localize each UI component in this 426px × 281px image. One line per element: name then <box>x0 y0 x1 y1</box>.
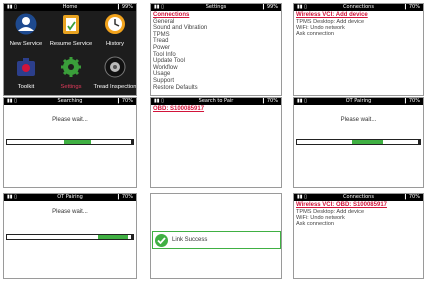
progress-cap <box>131 139 134 145</box>
status-bar: ▮▮ ▯ Connections ▎70% <box>294 4 423 11</box>
status-title: Connections <box>343 4 374 10</box>
menu-item-sound[interactable]: Sound and Vibration <box>153 25 279 32</box>
home-tile-history[interactable]: History <box>93 13 136 47</box>
home-tile-tread-inspection[interactable]: Tread Inspection <box>93 56 137 90</box>
menu-item-restore-defaults[interactable]: Restore Defaults <box>153 85 279 92</box>
status-bar: ▮▮ ▯ Settings ▎99% <box>151 4 281 11</box>
check-icon <box>155 234 168 247</box>
home-tile-new-service[interactable]: New Service <box>4 13 48 47</box>
progress-cap <box>418 139 421 145</box>
home-label: New Service <box>9 41 43 47</box>
device-list: OBD: S100085917 <box>153 106 279 113</box>
home-label: Resume Service <box>49 41 93 47</box>
battery-indicator: ▎70% <box>405 98 420 104</box>
home-screen: ▮▮ ▯ Home ▎99% New Service Resume Servic… <box>3 3 137 96</box>
progress-fill <box>97 235 128 239</box>
ot-pairing-screen-2: ▮▮ ▯ OT Pairing ▎70% Please wait... <box>3 193 137 279</box>
connection-ask[interactable]: Ask connection <box>296 221 421 227</box>
status-bar: ▮▮ ▯ OT Pairing ▎70% <box>294 98 423 105</box>
searching-screen: ▮▮ ▯ Searching ▎70% Please wait... <box>3 97 137 188</box>
menu-item-tool-info[interactable]: Tool Info <box>153 52 279 59</box>
home-tile-toolkit[interactable]: Toolkit <box>4 56 48 90</box>
progress-fill <box>63 140 92 144</box>
connection-ask[interactable]: Ask connection <box>296 31 421 37</box>
battery-indicator: ▎70% <box>118 194 133 200</box>
status-bar: ▮▮ ▯ Search to Pair ▎70% <box>151 98 281 105</box>
home-tile-settings[interactable]: Settings <box>49 56 93 90</box>
home-label: History <box>105 41 125 47</box>
clipboard-icon <box>63 15 79 34</box>
connection-wireless-vci[interactable]: Wireless VCI: OBD: S100085917 <box>296 202 421 209</box>
menu-item-usage[interactable]: Usage <box>153 71 279 78</box>
status-title: OT Pairing <box>57 194 83 200</box>
status-title: Searching <box>57 98 83 104</box>
success-text: Link Success <box>172 237 208 243</box>
menu-item-workflow[interactable]: Workflow <box>153 65 279 72</box>
search-pair-screen: ▮▮ ▯ Search to Pair ▎70% OBD: S100085917 <box>150 97 282 188</box>
menu-item-support[interactable]: Support <box>153 78 279 85</box>
home-label-selected: Settings <box>60 84 82 90</box>
status-title: Search to Pair <box>198 98 234 104</box>
home-tile-resume-service[interactable]: Resume Service <box>49 13 93 47</box>
menu-item-power[interactable]: Power <box>153 45 279 52</box>
wait-message: Please wait... <box>52 209 88 215</box>
wait-message: Please wait... <box>52 117 88 123</box>
battery-indicator: ▎70% <box>405 4 420 10</box>
tire-icon <box>104 56 126 78</box>
person-icon <box>15 13 37 35</box>
ot-pairing-screen: ▮▮ ▯ OT Pairing ▎70% Please wait... <box>293 97 424 188</box>
settings-screen: ▮▮ ▯ Settings ▎99% Connections General S… <box>150 3 282 96</box>
menu-item-tpms[interactable]: TPMS <box>153 32 279 39</box>
connections-list: Wireless VCI: OBD: S100085917 TPMS Deskt… <box>296 202 421 227</box>
menu-item-update-tool[interactable]: Update Tool <box>153 58 279 65</box>
success-toast: Link Success <box>152 231 281 249</box>
wait-message: Please wait... <box>340 117 377 123</box>
menu-item-general[interactable]: General <box>153 19 279 26</box>
gear-icon <box>61 57 81 77</box>
battery-indicator: ▎99% <box>263 4 278 10</box>
connections-list: Wireless VCI: Add device TPMS Desktop: A… <box>296 12 421 37</box>
battery-indicator: ▎99% <box>118 4 133 10</box>
connection-wireless-vci[interactable]: Wireless VCI: Add device <box>296 12 421 19</box>
battery-indicator: ▎70% <box>405 194 420 200</box>
status-title: Connections <box>343 194 374 200</box>
clock-icon <box>105 14 125 34</box>
status-bar: ▮▮ ▯ Searching ▎70% <box>4 98 136 105</box>
battery-indicator: ▎70% <box>263 98 278 104</box>
settings-menu: Connections General Sound and Vibration … <box>153 12 279 91</box>
menu-item-connections[interactable]: Connections <box>153 12 279 19</box>
progress-bar <box>6 234 134 240</box>
toolbox-icon <box>17 58 35 76</box>
progress-fill <box>352 140 384 144</box>
status-title: Settings <box>205 4 227 10</box>
status-title: Home <box>62 4 78 10</box>
status-title: OT Pairing <box>345 98 372 104</box>
status-bar: ▮▮ ▯ OT Pairing ▎70% <box>4 194 136 201</box>
home-label: Tread Inspection <box>93 84 137 90</box>
progress-bar <box>296 139 421 145</box>
progress-cap <box>131 234 134 240</box>
device-obd[interactable]: OBD: S100085917 <box>153 106 279 113</box>
menu-item-tread[interactable]: Tread <box>153 38 279 45</box>
battery-indicator: ▎70% <box>118 98 133 104</box>
connections-screen-2: ▮▮ ▯ Connections ▎70% Wireless VCI: OBD:… <box>293 193 424 279</box>
home-label: Toolkit <box>17 84 35 90</box>
progress-bar <box>6 139 134 145</box>
connections-screen: ▮▮ ▯ Connections ▎70% Wireless VCI: Add … <box>293 3 424 96</box>
status-bar: ▮▮ ▯ Home ▎99% <box>4 4 136 11</box>
status-bar: ▮▮ ▯ Connections ▎70% <box>294 194 423 201</box>
